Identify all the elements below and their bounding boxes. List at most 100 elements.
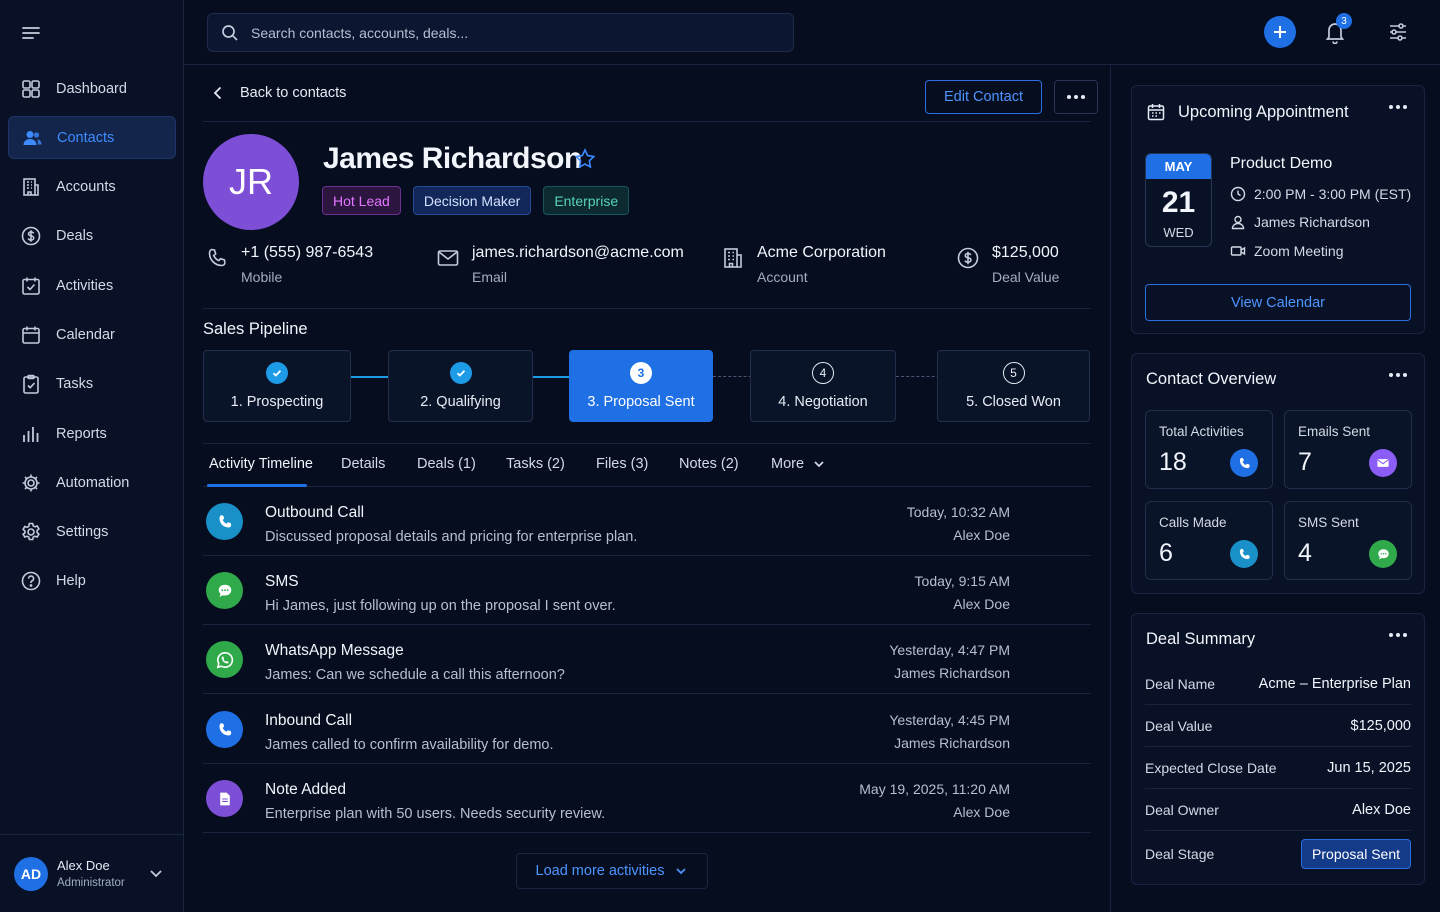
activity-desc: Hi James, just following up on the propo… xyxy=(265,598,616,614)
tab-tasks[interactable]: Tasks (2) xyxy=(506,456,565,472)
tag-enterprise[interactable]: Enterprise xyxy=(543,186,630,215)
edit-contact-button[interactable]: Edit Contact xyxy=(925,80,1042,114)
clipboard-check-icon xyxy=(20,373,42,395)
sidebar-item-automation[interactable]: Automation xyxy=(8,461,176,504)
contact-phone[interactable]: +1 (555) 987-6543 Mobile xyxy=(205,244,373,285)
tab-deals[interactable]: Deals (1) xyxy=(417,456,476,472)
activity-title: Inbound Call xyxy=(265,712,353,729)
sidebar-item-accounts[interactable]: Accounts xyxy=(8,166,176,209)
appointment-time-text: 2:00 PM - 3:00 PM (EST) xyxy=(1254,186,1412,202)
chevron-left-icon xyxy=(210,85,226,101)
phone-icon xyxy=(205,246,229,270)
appointment-attendee-text: James Richardson xyxy=(1254,214,1370,230)
deal-key: Deal Value xyxy=(1145,717,1213,734)
stat-calls-made: Calls Made 6 xyxy=(1145,501,1273,580)
deal-val: Alex Doe xyxy=(1352,801,1411,818)
more-horizontal-icon[interactable] xyxy=(1388,632,1408,642)
activity-item[interactable]: Note Added Enterprise plan with 50 users… xyxy=(203,764,1091,833)
view-calendar-button[interactable]: View Calendar xyxy=(1145,284,1411,321)
add-button[interactable] xyxy=(1264,16,1296,48)
sidebar-item-reports[interactable]: Reports xyxy=(8,412,176,455)
stat-label: SMS Sent xyxy=(1298,515,1359,530)
user-icon xyxy=(1230,214,1246,230)
deal-row-owner: Deal Owner Alex Doe xyxy=(1145,789,1411,831)
user-menu[interactable]: AD Alex Doe Administrator xyxy=(0,834,184,912)
back-link[interactable]: Back to contacts xyxy=(210,85,346,101)
deal-row-value: Deal Value $125,000 xyxy=(1145,705,1411,747)
tab-more[interactable]: More xyxy=(771,456,826,472)
more-horizontal-icon[interactable] xyxy=(1388,104,1408,114)
sidebar-item-help[interactable]: Help xyxy=(8,560,176,603)
pipeline-stage-qualifying[interactable]: 2. Qualifying xyxy=(388,350,533,422)
more-options-button[interactable] xyxy=(1054,80,1098,114)
contact-overview-panel: Contact Overview Total Activities 18 Ema… xyxy=(1131,353,1425,594)
star-icon[interactable] xyxy=(573,147,597,171)
calendar-icon xyxy=(20,324,42,346)
chevron-down-icon xyxy=(812,457,826,471)
more-horizontal-icon[interactable] xyxy=(1388,372,1408,382)
tab-details[interactable]: Details xyxy=(341,456,385,472)
tab-files[interactable]: Files (3) xyxy=(596,456,648,472)
video-icon xyxy=(1230,243,1246,259)
load-more-button[interactable]: Load more activities xyxy=(516,853,708,889)
sidebar-item-label: Calendar xyxy=(56,326,115,343)
search-icon xyxy=(221,24,239,42)
load-more-label: Load more activities xyxy=(535,863,665,879)
stat-value: 18 xyxy=(1159,448,1187,476)
phone-value: +1 (555) 987-6543 xyxy=(241,244,374,261)
chat-bubble-icon xyxy=(206,572,243,609)
clock-icon xyxy=(1230,186,1246,202)
deal-summary-panel: Deal Summary Deal Name Acme – Enterprise… xyxy=(1131,613,1425,885)
sidebar-item-label: Help xyxy=(56,573,86,590)
tag-decision-maker[interactable]: Decision Maker xyxy=(412,186,532,215)
sliders-icon[interactable] xyxy=(1387,21,1409,43)
pipeline-stage-proposal-sent[interactable]: 3 3. Proposal Sent xyxy=(569,350,713,422)
sidebar-item-label: Activities xyxy=(56,277,114,294)
sidebar-item-label: Reports xyxy=(56,425,107,442)
mail-icon xyxy=(1369,449,1397,477)
search-input[interactable] xyxy=(251,24,771,41)
search-bar[interactable] xyxy=(207,13,794,52)
pipeline-stage-prospecting[interactable]: 1. Prospecting xyxy=(203,350,351,422)
tab-activity-timeline[interactable]: Activity Timeline xyxy=(209,456,313,472)
account-value: Acme Corporation xyxy=(757,244,886,261)
chat-bubble-icon xyxy=(1369,540,1397,568)
sidebar-item-deals[interactable]: Deals xyxy=(8,215,176,258)
sidebar-item-settings[interactable]: Settings xyxy=(8,511,176,554)
activity-item[interactable]: WhatsApp Message James: Can we schedule … xyxy=(203,625,1091,694)
contact-email[interactable]: james.richardson@acme.com Email xyxy=(436,244,684,285)
menu-icon[interactable] xyxy=(20,22,42,44)
status-badge[interactable]: Proposal Sent xyxy=(1301,839,1411,869)
tab-notes[interactable]: Notes (2) xyxy=(679,456,739,472)
activity-item[interactable]: Inbound Call James called to confirm ava… xyxy=(203,695,1091,764)
stage-label: 4. Negotiation xyxy=(778,394,868,410)
activity-item[interactable]: SMS Hi James, just following up on the p… xyxy=(203,556,1091,625)
sidebar-item-calendar[interactable]: Calendar xyxy=(8,313,176,356)
pipeline-stage-closed-won[interactable]: 5 5. Closed Won xyxy=(937,350,1090,422)
activity-desc: James called to confirm availability for… xyxy=(265,737,554,753)
sidebar-item-dashboard[interactable]: Dashboard xyxy=(8,67,176,110)
contact-tags: Hot Lead Decision Maker Enterprise xyxy=(322,186,630,215)
deal-key: Deal Stage xyxy=(1145,846,1215,862)
tag-hot-lead[interactable]: Hot Lead xyxy=(322,186,401,215)
contact-deal-value[interactable]: $125,000 Deal Value xyxy=(956,244,1059,285)
pipeline-stage-negotiation[interactable]: 4 4. Negotiation xyxy=(750,350,896,422)
pipeline-title: Sales Pipeline xyxy=(203,320,308,338)
activity-desc: Enterprise plan with 50 users. Needs sec… xyxy=(265,806,606,822)
deal-key: Deal Owner xyxy=(1145,801,1219,818)
contact-account[interactable]: Acme Corporation Account xyxy=(721,244,886,285)
stat-value: 7 xyxy=(1298,448,1312,476)
sidebar-item-activities[interactable]: Activities xyxy=(8,264,176,307)
whatsapp-icon xyxy=(206,641,243,678)
sidebar-item-tasks[interactable]: Tasks xyxy=(8,363,176,406)
activity-desc: James: Can we schedule a call this after… xyxy=(265,667,565,683)
main-content: Back to contacts Edit Contact JR James R… xyxy=(184,65,1110,912)
sidebar-item-contacts[interactable]: Contacts xyxy=(8,116,176,160)
activity-item[interactable]: Outbound Call Discussed proposal details… xyxy=(203,487,1091,556)
deal-row-close-date: Expected Close Date Jun 15, 2025 xyxy=(1145,747,1411,789)
stage-number: 3 xyxy=(630,362,652,384)
phone-label: Mobile xyxy=(241,269,283,285)
chevron-down-icon[interactable] xyxy=(148,865,164,881)
sidebar-item-label: Contacts xyxy=(57,129,115,146)
tab-more-label: More xyxy=(771,456,805,472)
